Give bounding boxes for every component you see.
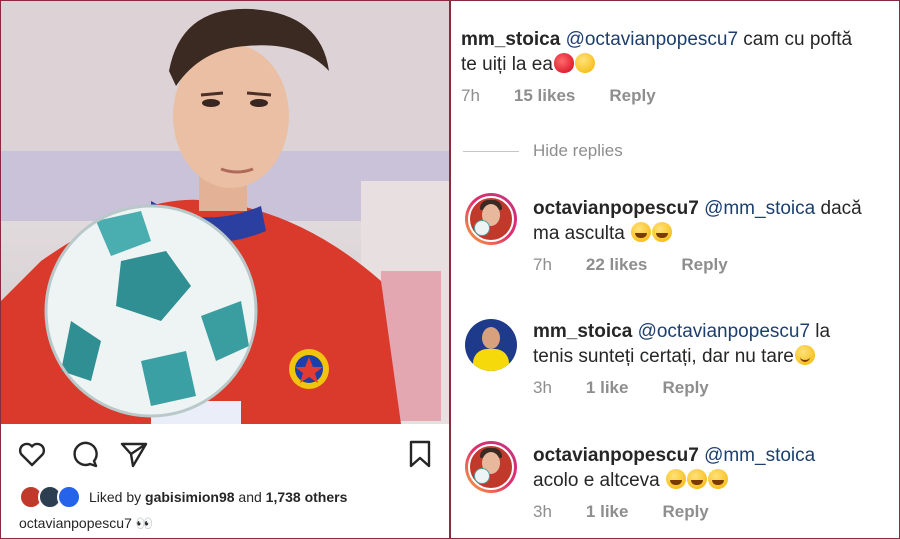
hide-replies-label: Hide replies [533,141,623,160]
liked-by-and: and [234,489,266,505]
comment-username[interactable]: octavianpopescu7 [533,445,699,466]
heart-icon[interactable] [17,439,47,469]
comment-username[interactable]: mm_stoica [461,29,560,50]
comment-body-line2: te uiți la ea [461,54,553,75]
comment-meta: 7h 15 likes Reply [461,86,891,106]
reply-button[interactable]: Reply [662,378,708,398]
laughing-emoji-icon [666,469,687,489]
comment-body-line1: cam cu poftă [738,29,853,50]
laughing-emoji-icon [708,469,729,489]
liked-by-user[interactable]: gabisimion98 [145,489,234,505]
liked-by-text: Liked by gabisimion98 and 1,738 others [89,489,347,505]
avatar[interactable] [465,319,517,371]
comments-panel: mm_stoica @octavianpopescu7 cam cu poftă… [451,1,899,538]
comment-time: 3h [533,502,552,521]
reply-button[interactable]: Reply [662,502,708,522]
comment-time: 7h [533,255,552,274]
avatar [57,485,81,509]
comment-text: mm_stoica @octavianpopescu7 la tenis sun… [533,319,893,369]
comment-likes[interactable]: 22 likes [586,255,647,275]
comment-mention[interactable]: @mm_stoica [704,445,815,466]
comment-body-line2: acolo e altceva [533,470,660,491]
comment-time: 7h [461,86,480,105]
comment-icon[interactable] [69,439,99,469]
share-icon[interactable] [119,439,149,469]
reply-button[interactable]: Reply [609,86,655,106]
comment-item: octavianpopescu7 @mm_stoica acolo e altc… [533,443,893,522]
post-photo[interactable] [1,1,449,424]
liked-by-count[interactable]: 1,738 others [266,489,348,505]
hide-replies-button[interactable]: Hide replies [463,141,623,161]
liked-by-prefix: Liked by [89,489,146,505]
rolling-laughing-emoji-icon [652,222,673,242]
comment-meta: 3h 1 like Reply [533,502,893,522]
liker-avatars [19,485,81,509]
comment-text: mm_stoica @octavianpopescu7 cam cu poftă… [461,27,891,77]
post-photo-illustration [1,1,449,424]
hide-replies-line [463,150,519,152]
reply-button[interactable]: Reply [681,255,727,275]
comment-item: mm_stoica @octavianpopescu7 cam cu poftă… [461,27,891,106]
comment-text: octavianpopescu7 @mm_stoica dacă ma ascu… [533,196,893,246]
comment-body-line1: la [810,321,831,342]
apple-emoji-icon [553,53,574,73]
comment-username[interactable]: octavianpopescu7 [533,198,699,219]
comment-mention[interactable]: @octavianpopescu7 [566,29,738,50]
caption-text: 👀 [131,515,154,531]
comment-time: 3h [533,378,552,397]
avatar[interactable] [465,441,517,493]
comment-mention[interactable]: @mm_stoica [704,198,815,219]
comment-likes[interactable]: 1 like [586,378,629,398]
comment-meta: 7h 22 likes Reply [533,255,893,275]
comment-body-line1: dacă [815,198,862,219]
comment-meta: 3h 1 like Reply [533,378,893,398]
comment-likes[interactable]: 1 like [586,502,629,522]
face-with-hand-emoji-icon [574,53,595,73]
comment-body-line2: tenis sunteți certați, dar nu tare [533,346,794,367]
comment-likes[interactable]: 15 likes [514,86,575,106]
post-caption: octavianpopescu7 👀 [19,515,153,532]
post-panel: Liked by gabisimion98 and 1,738 others o… [1,1,449,538]
rolling-laughing-emoji-icon [631,222,652,242]
comment-item: octavianpopescu7 @mm_stoica dacă ma ascu… [533,196,893,275]
likes-summary[interactable]: Liked by gabisimion98 and 1,738 others [19,485,347,509]
comment-item: mm_stoica @octavianpopescu7 la tenis sun… [533,319,893,398]
comment-text: octavianpopescu7 @mm_stoica acolo e altc… [533,443,893,493]
comment-mention[interactable]: @octavianpopescu7 [638,321,810,342]
bookmark-icon[interactable] [405,439,435,469]
laughing-emoji-icon [687,469,708,489]
avatar[interactable] [465,193,517,245]
post-actions-bar [1,433,449,473]
comment-username[interactable]: mm_stoica [533,321,632,342]
caption-username[interactable]: octavianpopescu7 [19,515,132,531]
comment-body-line2: ma asculta [533,223,625,244]
winking-face-emoji-icon [794,345,815,365]
